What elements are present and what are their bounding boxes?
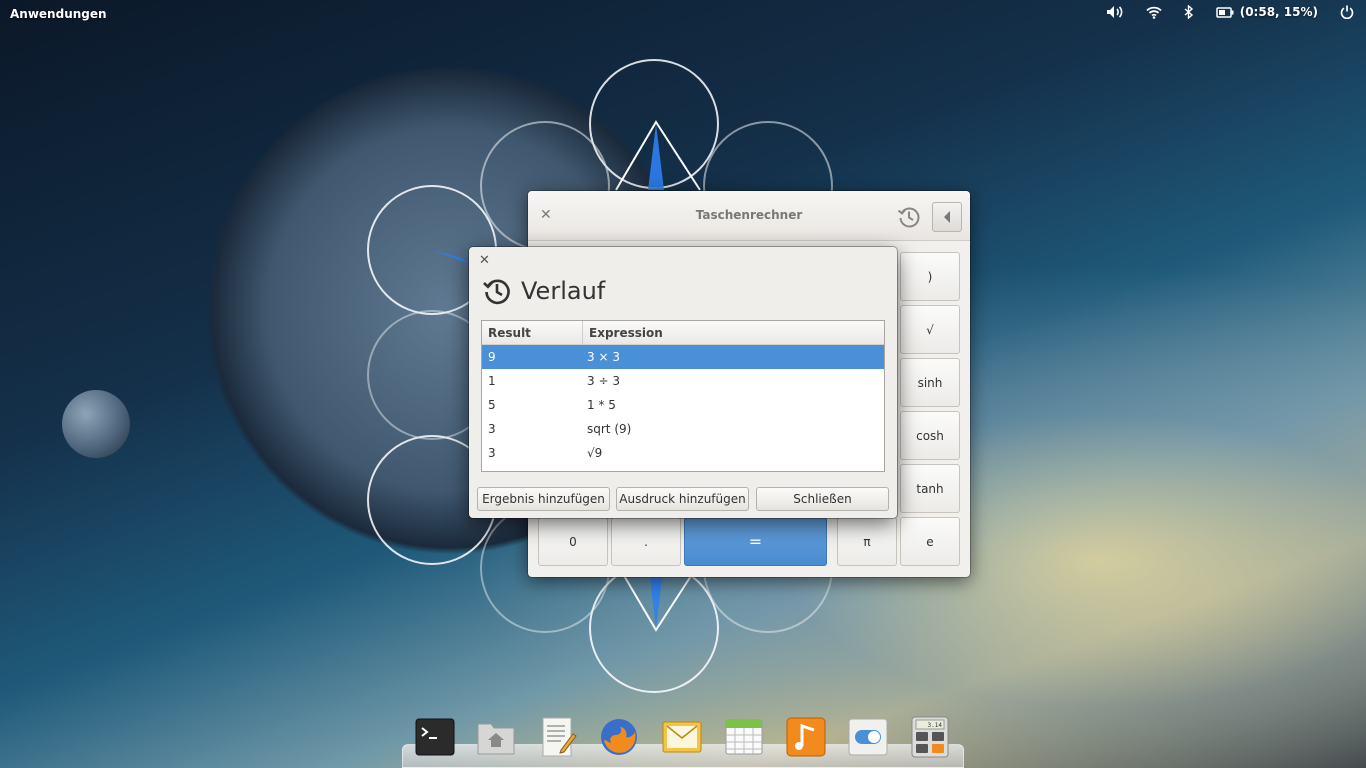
dock-terminal[interactable] — [414, 716, 456, 758]
result-cell: 3 — [488, 422, 496, 436]
table-row[interactable]: 9 3 × 3 — [482, 345, 884, 369]
dock-calendar[interactable] — [723, 716, 765, 758]
toggle-extended-button[interactable] — [932, 202, 962, 232]
table-row[interactable]: 1 3 ÷ 3 — [482, 369, 884, 393]
history-header: Verlauf — [481, 275, 605, 307]
dock-text-editor[interactable] — [537, 716, 579, 758]
result-cell: 1 — [488, 374, 496, 388]
history-icon — [897, 207, 920, 228]
add-expression-button[interactable]: Ausdruck hinzufügen — [616, 487, 749, 511]
calculator-icon: 3.14 — [911, 716, 949, 758]
table-row[interactable]: 3 sqrt (9) — [482, 417, 884, 441]
bluetooth-indicator[interactable] — [1184, 5, 1194, 19]
key-decimal[interactable]: . — [611, 517, 681, 566]
history-dialog: ✕ Verlauf Result Expression 9 3 × 3 1 3 … — [469, 247, 897, 518]
key-tanh[interactable]: tanh — [900, 464, 960, 513]
bluetooth-icon — [1184, 5, 1193, 19]
expression-cell: 3 × 3 — [587, 350, 620, 364]
expression-cell: 1 * 5 — [587, 398, 616, 412]
dock-settings[interactable] — [847, 716, 889, 758]
terminal-icon — [415, 718, 455, 756]
key-0[interactable]: 0 — [538, 517, 608, 566]
text-editor-icon — [542, 717, 577, 757]
applications-menu[interactable]: Anwendungen — [10, 7, 107, 21]
expression-cell: √9 — [587, 446, 603, 460]
result-cell: 9 — [488, 350, 496, 364]
wallpaper-moon — [62, 390, 130, 458]
key-equals[interactable]: = — [684, 517, 827, 566]
session-indicator[interactable] — [1340, 5, 1354, 19]
key-sinh[interactable]: sinh — [900, 358, 960, 407]
music-icon — [786, 717, 826, 757]
history-close-button[interactable]: ✕ — [479, 253, 490, 268]
key-close-paren[interactable]: ) — [900, 252, 960, 301]
switchboard-icon — [848, 718, 888, 756]
table-header: Result Expression — [482, 321, 884, 345]
table-row[interactable]: 5 1 * 5 — [482, 393, 884, 417]
volume-icon — [1106, 6, 1123, 18]
battery-icon — [1215, 6, 1234, 18]
history-table: Result Expression 9 3 × 3 1 3 ÷ 3 5 1 * … — [481, 320, 885, 472]
key-e[interactable]: e — [900, 517, 960, 566]
history-icon — [483, 279, 510, 305]
close-history-button[interactable]: Schließen — [756, 487, 889, 511]
column-header-result[interactable]: Result — [482, 321, 583, 344]
calculator-titlebar: ✕ Taschenrechner — [528, 191, 970, 241]
column-header-expression[interactable]: Expression — [583, 321, 669, 344]
result-cell: 3 — [488, 446, 496, 460]
dock-mail[interactable] — [661, 716, 703, 758]
expression-cell: 3 ÷ 3 — [587, 374, 620, 388]
dock-firefox[interactable] — [598, 716, 640, 758]
key-sqrt[interactable]: √ — [900, 305, 960, 354]
network-indicator[interactable] — [1146, 6, 1162, 19]
table-row[interactable]: 3 √9 — [482, 441, 884, 465]
pan-left-icon — [944, 211, 950, 223]
wifi-icon — [1146, 6, 1162, 19]
history-button[interactable] — [896, 204, 922, 230]
key-cosh[interactable]: cosh — [900, 411, 960, 460]
add-result-button[interactable]: Ergebnis hinzufügen — [477, 487, 610, 511]
result-cell: 5 — [488, 398, 496, 412]
top-panel: Anwendungen (0:58, 15%) — [0, 0, 1366, 28]
folder-home-icon — [477, 723, 515, 755]
expression-cell: sqrt (9) — [587, 422, 632, 436]
power-indicator[interactable]: (0:58, 15%) — [1215, 5, 1318, 19]
history-title: Verlauf — [521, 277, 606, 305]
calendar-icon — [725, 719, 763, 755]
sound-indicator[interactable] — [1106, 5, 1124, 19]
power-icon — [1340, 5, 1354, 19]
firefox-icon — [601, 719, 637, 755]
dock-calculator[interactable]: 3.14 — [909, 716, 951, 758]
key-pi[interactable]: π — [837, 517, 897, 566]
calculator-icon-display: 3.14 — [928, 722, 943, 729]
dock-music[interactable] — [785, 716, 827, 758]
dock-files[interactable] — [475, 716, 517, 758]
battery-status: (0:58, 15%) — [1239, 5, 1318, 19]
mail-icon — [662, 721, 702, 753]
indicator-area: (0:58, 15%) — [1106, 5, 1354, 19]
